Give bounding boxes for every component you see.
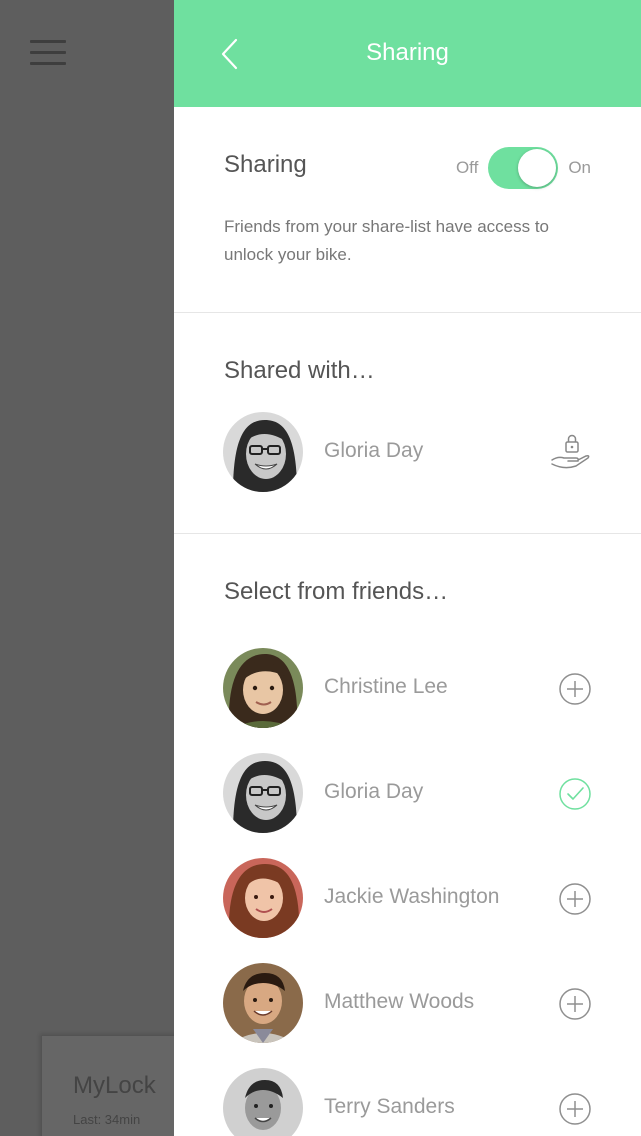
add-icon[interactable] [558, 987, 592, 1021]
menu-icon[interactable] [30, 40, 66, 66]
friend-name: Matthew Woods [324, 990, 475, 1013]
background-app: MyLock Last: 34min [0, 0, 174, 1136]
shared-person-row[interactable]: Gloria Day [174, 412, 641, 492]
page-title: Sharing [366, 39, 449, 66]
sharing-section: Sharing Off On Friends from your share-l… [174, 107, 641, 313]
sharing-description: Friends from your share-list have access… [224, 217, 550, 264]
shared-person-name: Gloria Day [324, 439, 424, 462]
friend-name: Terry Sanders [324, 1095, 455, 1118]
lock-card[interactable]: MyLock Last: 34min [42, 1036, 174, 1136]
header-bar: Sharing [174, 0, 641, 107]
friend-row[interactable]: Christine Lee [174, 648, 641, 728]
add-icon[interactable] [558, 672, 592, 706]
toggle-off-label: Off [455, 158, 479, 177]
friend-row[interactable]: Matthew Woods [174, 963, 641, 1043]
friends-section: Select from friends… Christine Lee Glori… [174, 534, 641, 1136]
sharing-toggle-group: Off On [456, 147, 591, 189]
shared-with-section: Shared with… Gloria Day [174, 313, 641, 534]
sharing-panel: Sharing Sharing Off On Friends from your… [174, 0, 641, 1136]
avatar [223, 963, 303, 1043]
check-icon[interactable] [558, 777, 592, 811]
hand-lock-icon[interactable] [550, 434, 592, 472]
add-icon[interactable] [558, 1092, 592, 1126]
avatar [223, 753, 303, 833]
toggle-knob [518, 149, 557, 187]
friend-row[interactable]: Terry Sanders [174, 1068, 641, 1136]
lock-last-used: Last: 34min [73, 1112, 141, 1127]
toggle-on-label: On [568, 158, 591, 177]
friend-name: Gloria Day [324, 780, 424, 803]
friends-title: Select from friends… [224, 578, 449, 605]
avatar [223, 648, 303, 728]
avatar [223, 858, 303, 938]
sharing-label: Sharing [224, 151, 307, 178]
shared-with-title: Shared with… [224, 357, 375, 384]
friend-row[interactable]: Jackie Washington [174, 858, 641, 938]
friend-row[interactable]: Gloria Day [174, 753, 641, 833]
avatar [223, 1068, 303, 1136]
friend-name: Christine Lee [324, 675, 448, 698]
sharing-toggle[interactable] [488, 147, 559, 189]
friend-name: Jackie Washington [324, 885, 500, 908]
lock-name: MyLock [73, 1072, 156, 1099]
add-icon[interactable] [558, 882, 592, 916]
avatar [223, 412, 303, 492]
